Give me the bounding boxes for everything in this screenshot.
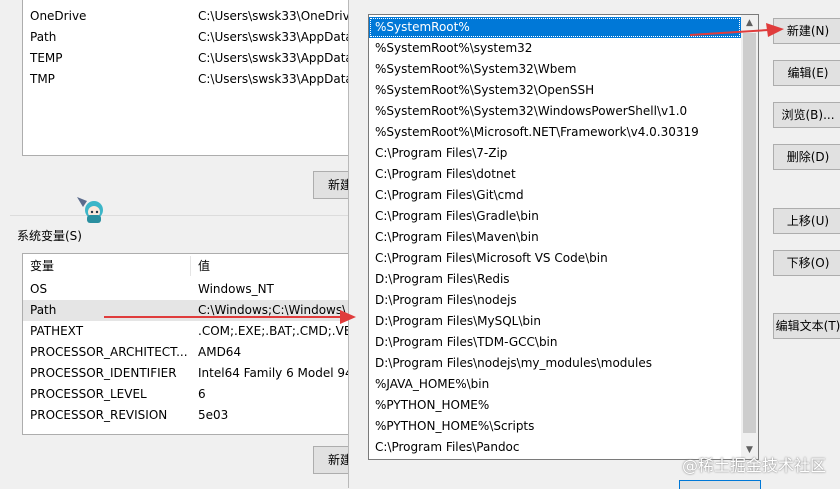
- system-variable-row[interactable]: PROCESSOR_ARCHITECT... AMD64: [23, 342, 351, 363]
- scroll-up-icon[interactable]: ▲: [741, 15, 758, 32]
- path-entry[interactable]: C:\Program Files\Git\cmd: [369, 185, 741, 206]
- edit-text-button[interactable]: 编辑文本(T): [773, 313, 840, 339]
- path-entry[interactable]: %PYTHON_HOME%: [369, 395, 741, 416]
- system-variable-value: C:\Windows;C:\Windows\: [198, 303, 347, 317]
- move-up-button[interactable]: 上移(U): [773, 208, 840, 234]
- edit-path-button[interactable]: 编辑(E): [773, 60, 840, 86]
- vertical-scrollbar[interactable]: ▲ ▼: [741, 15, 758, 459]
- path-entry[interactable]: C:\Program Files\dotnet: [369, 164, 741, 185]
- system-variable-name: Path: [30, 303, 57, 317]
- path-entry[interactable]: %SystemRoot%\System32\OpenSSH: [369, 80, 741, 101]
- path-entry[interactable]: C:\Program Files\Maven\bin: [369, 227, 741, 248]
- column-header-name[interactable]: 变量: [30, 254, 54, 278]
- user-variable-row[interactable]: OneDrive C:\Users\swsk33\OneDrive: [23, 6, 351, 27]
- path-entry[interactable]: D:\Program Files\nodejs: [369, 290, 741, 311]
- system-variable-row[interactable]: Path C:\Windows;C:\Windows\: [23, 300, 351, 321]
- user-variable-name: Path: [30, 30, 57, 44]
- path-entry[interactable]: %SystemRoot%\system32: [369, 38, 741, 59]
- user-variable-value: C:\Users\swsk33\AppData: [198, 51, 352, 65]
- system-variable-name: PROCESSOR_ARCHITECT...: [30, 345, 188, 359]
- move-down-button[interactable]: 下移(O): [773, 250, 840, 276]
- path-entries-list[interactable]: %SystemRoot% %SystemRoot%\system32 %Syst…: [368, 14, 759, 460]
- delete-button[interactable]: 删除(D): [773, 144, 840, 170]
- path-entry[interactable]: %PYTHON_HOME%\Scripts: [369, 416, 741, 437]
- column-divider[interactable]: [190, 256, 191, 276]
- column-header-value[interactable]: 值: [198, 254, 210, 278]
- path-entry[interactable]: %JAVA_HOME%\bin: [369, 374, 741, 395]
- user-variable-row[interactable]: TEMP C:\Users\swsk33\AppData: [23, 48, 351, 69]
- path-entry[interactable]: D:\Program Files\TDM-GCC\bin: [369, 332, 741, 353]
- system-variable-value: AMD64: [198, 345, 242, 359]
- system-variable-row[interactable]: PROCESSOR_LEVEL 6: [23, 384, 351, 405]
- user-variable-name: TEMP: [30, 51, 63, 65]
- path-entry[interactable]: C:\Program Files\7-Zip: [369, 143, 741, 164]
- system-variable-value: Windows_NT: [198, 282, 274, 296]
- system-variable-value: Intel64 Family 6 Model 94: [198, 366, 352, 380]
- system-variable-name: PATHEXT: [30, 324, 84, 338]
- edit-path-dialog: %SystemRoot% %SystemRoot%\system32 %Syst…: [348, 0, 840, 489]
- path-entry[interactable]: D:\Program Files\MySQL\bin: [369, 311, 741, 332]
- path-entry[interactable]: D:\Program Files\Redis: [369, 269, 741, 290]
- system-variable-row[interactable]: PATHEXT .COM;.EXE;.BAT;.CMD;.VBS: [23, 321, 351, 342]
- user-variable-row[interactable]: Path C:\Users\swsk33\AppData: [23, 27, 351, 48]
- system-variable-value: 5e03: [198, 408, 229, 422]
- path-entry-selected[interactable]: %SystemRoot%: [369, 17, 741, 38]
- path-entry[interactable]: D:\Program Files\nodejs\my_modules\modul…: [369, 353, 741, 374]
- system-variable-value: .COM;.EXE;.BAT;.CMD;.VBS: [198, 324, 352, 338]
- user-variable-name: OneDrive: [30, 9, 87, 23]
- system-variables-label: 系统变量(S): [17, 229, 82, 243]
- user-variable-value: C:\Users\swsk33\AppData: [198, 30, 352, 44]
- system-variable-row[interactable]: PROCESSOR_IDENTIFIER Intel64 Family 6 Mo…: [23, 363, 351, 384]
- system-variable-name: OS: [30, 282, 48, 296]
- path-entry[interactable]: C:\Program Files\Gradle\bin: [369, 206, 741, 227]
- group-divider: [10, 215, 350, 216]
- scrollbar-thumb[interactable]: [743, 33, 756, 433]
- mascot-icon: [77, 197, 103, 223]
- user-variable-name: TMP: [30, 72, 55, 86]
- path-entry[interactable]: C:\Program Files\Microsoft VS Code\bin: [369, 248, 741, 269]
- path-entry[interactable]: %SystemRoot%\System32\Wbem: [369, 59, 741, 80]
- system-variable-name: PROCESSOR_REVISION: [30, 408, 168, 422]
- watermark: @稀土掘金技术社区: [681, 456, 826, 475]
- new-path-button[interactable]: 新建(N): [773, 18, 840, 44]
- system-variable-row[interactable]: OS Windows_NT: [23, 279, 351, 300]
- user-variables-list[interactable]: OneDrive C:\Users\swsk33\OneDrive Path C…: [22, 0, 352, 156]
- system-variables-header: 变量 值: [23, 254, 351, 278]
- system-variable-name: PROCESSOR_LEVEL: [30, 387, 147, 401]
- system-variable-row[interactable]: PROCESSOR_REVISION 5e03: [23, 405, 351, 426]
- browse-button[interactable]: 浏览(B)...: [773, 102, 840, 128]
- user-variable-value: C:\Users\swsk33\OneDrive: [198, 9, 352, 23]
- path-entry[interactable]: %SystemRoot%\System32\WindowsPowerShell\…: [369, 101, 741, 122]
- user-variable-row[interactable]: TMP C:\Users\swsk33\AppData: [23, 69, 351, 90]
- environment-variables-dialog: OneDrive C:\Users\swsk33\OneDrive Path C…: [0, 0, 369, 488]
- system-variable-name: PROCESSOR_IDENTIFIER: [30, 366, 177, 380]
- path-entry[interactable]: %SystemRoot%\Microsoft.NET\Framework\v4.…: [369, 122, 741, 143]
- system-variables-list[interactable]: 变量 值 OS Windows_NT Path C:\Windows;C:\Wi…: [22, 253, 352, 435]
- system-variable-value: 6: [198, 387, 206, 401]
- user-variable-value: C:\Users\swsk33\AppData: [198, 72, 352, 86]
